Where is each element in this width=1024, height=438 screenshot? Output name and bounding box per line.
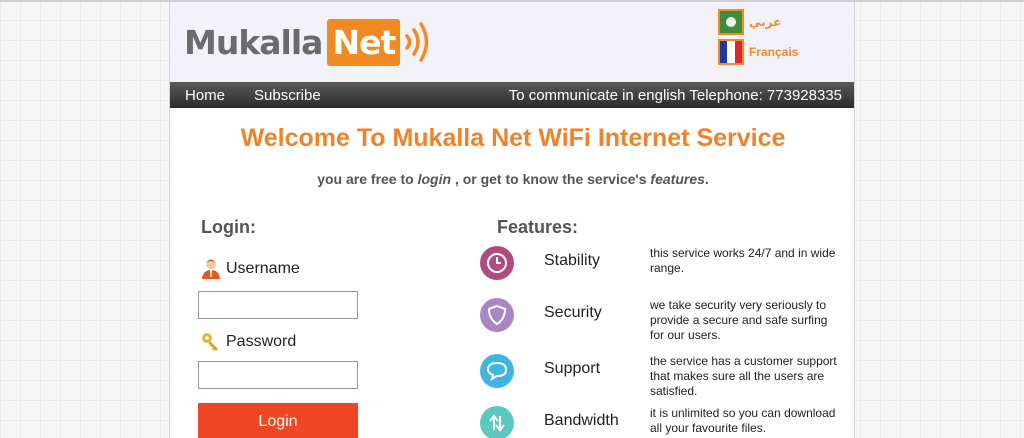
login-section-title: Login: — [201, 217, 256, 237]
feature-name: Stability — [544, 252, 601, 269]
language-arabic-link[interactable]: عربي — [718, 9, 781, 35]
nav-bar: Home Subscribe To communicate in english… — [170, 82, 854, 108]
wifi-waves-icon — [405, 22, 429, 62]
shield-icon — [480, 298, 514, 332]
french-flag-icon — [718, 39, 744, 65]
features-section-title: Features: — [497, 217, 579, 237]
language-french-link[interactable]: Français — [718, 39, 798, 65]
logo-text: Mukalla — [184, 22, 323, 62]
feature-name: Security — [544, 304, 602, 321]
password-label-text: Password — [226, 333, 297, 350]
clock-icon — [480, 246, 514, 280]
nav-phone-text: To communicate in english Telephone: 773… — [508, 87, 842, 104]
feature-security: Security we take security very seriously… — [480, 298, 840, 346]
feature-description: the service has a customer support that … — [650, 354, 837, 398]
logo[interactable]: Mukalla Net — [184, 14, 434, 70]
saudi-flag-icon — [718, 9, 744, 35]
subtitle-features-link[interactable]: features — [650, 171, 704, 187]
password-label: Password — [201, 332, 296, 352]
subtitle-login-link[interactable]: login — [418, 171, 451, 187]
language-french-label: Français — [749, 45, 799, 59]
welcome-subtitle: you are free to login , or get to know t… — [170, 171, 854, 187]
password-input[interactable] — [198, 361, 358, 389]
username-input[interactable] — [198, 291, 358, 319]
feature-description: this service works 24/7 and in wide rang… — [650, 246, 836, 275]
feature-name: Bandwidth — [544, 412, 619, 429]
logo-box-text: Net — [327, 18, 401, 66]
chat-bubble-icon — [480, 354, 514, 388]
feature-name: Support — [544, 360, 601, 377]
feature-support: Support the service has a customer suppo… — [480, 354, 840, 402]
subtitle-prefix: you are free to — [317, 171, 414, 187]
page-container: Mukalla Net عربي Français Home Subscribe… — [169, 2, 855, 438]
feature-bandwidth: Bandwidth it is unlimited so you can dow… — [480, 406, 840, 438]
user-icon — [202, 259, 220, 279]
feature-stability: Stability this service works 24/7 and in… — [480, 246, 840, 294]
transfer-arrows-icon — [480, 406, 514, 438]
subtitle-end: . — [704, 171, 709, 187]
welcome-title: Welcome To Mukalla Net WiFi Internet Ser… — [240, 124, 786, 152]
feature-description: it is unlimited so you can download all … — [650, 406, 836, 435]
subtitle-middle: , or get to know the service's — [454, 171, 647, 187]
nav-home-link[interactable]: Home — [185, 87, 225, 104]
language-arabic-label: عربي — [749, 15, 782, 29]
key-icon — [202, 333, 218, 351]
feature-description: we take security very seriously to provi… — [650, 298, 828, 342]
username-label-text: Username — [226, 260, 300, 277]
username-label: Username — [201, 258, 300, 280]
nav-subscribe-link[interactable]: Subscribe — [254, 87, 321, 104]
login-button[interactable]: Login — [198, 403, 358, 438]
header: Mukalla Net عربي Français — [170, 2, 854, 82]
